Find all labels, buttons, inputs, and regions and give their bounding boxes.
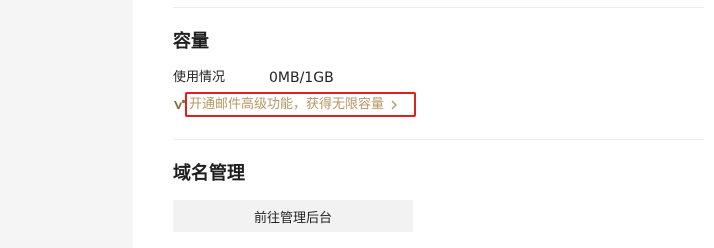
left-gutter (0, 0, 133, 248)
upgrade-row: 开通邮件高级功能，获得无限容量 (173, 95, 398, 115)
upgrade-advanced-link[interactable]: 开通邮件高级功能，获得无限容量 (189, 96, 398, 114)
upgrade-link-text: 开通邮件高级功能，获得无限容量 (189, 97, 385, 112)
go-to-admin-button[interactable]: 前往管理后台 (173, 200, 413, 232)
domain-section-title: 域名管理 (173, 163, 245, 184)
usage-value: 0MB/1GB (269, 70, 334, 86)
chevron-right-icon (390, 100, 398, 110)
section-divider (173, 139, 704, 140)
section-divider (173, 7, 704, 8)
usage-label: 使用情况 (173, 70, 226, 85)
vip-crown-icon (173, 98, 187, 112)
settings-page: 容量 使用情况 0MB/1GB 开通邮件高级功能，获得无限容量 域名管理 前往管… (0, 0, 714, 248)
capacity-section-title: 容量 (173, 31, 209, 52)
